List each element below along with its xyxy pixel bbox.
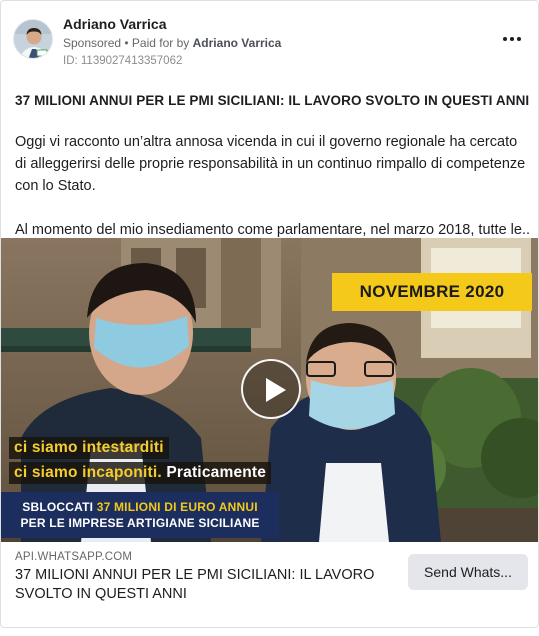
sponsored-line: Sponsored • Paid for by Adriano Varrica xyxy=(63,36,281,50)
video-subtitle-line1: ci siamo intestarditi xyxy=(9,437,169,459)
info-banner-line2: PER LE IMPRESE ARTIGIANE SICILIANE xyxy=(20,516,260,530)
author-name[interactable]: Adriano Varrica xyxy=(63,16,167,32)
subtitle-white: Praticamente xyxy=(166,464,267,481)
ad-card: Adriano Varrica Sponsored • Paid for by … xyxy=(0,0,539,628)
video-subtitle-line2: ci siamo incaponiti. Praticamente xyxy=(9,462,272,484)
info-banner-yellow: 37 MILIONI DI EURO ANNUI xyxy=(96,500,258,514)
info-banner-line1: SBLOCCATI 37 MILIONI DI EURO ANNUI xyxy=(1,499,279,515)
info-banner: SBLOCCATI 37 MILIONI DI EURO ANNUI PER L… xyxy=(1,492,279,538)
subtitle-yellow: ci siamo incaponiti. xyxy=(14,464,162,481)
date-banner: NOVEMBRE 2020 xyxy=(332,273,532,311)
paid-by-name: Adriano Varrica xyxy=(192,36,282,50)
more-horizontal-icon[interactable] xyxy=(498,29,526,49)
post-headline: 37 MILIONI ANNUI PER LE PMI SICILIANI: I… xyxy=(15,93,530,108)
sponsored-label: Sponsored xyxy=(63,36,122,50)
link-domain: API.WHATSAPP.COM xyxy=(15,551,133,563)
play-icon[interactable] xyxy=(241,359,301,419)
info-banner-white: SBLOCCATI xyxy=(22,500,94,514)
send-whatsapp-button[interactable]: Send Whats... xyxy=(408,554,528,590)
video-player[interactable]: NOVEMBRE 2020 ci siamo intestarditi ci s… xyxy=(1,238,538,542)
paid-prefix: • Paid for by xyxy=(124,36,190,50)
ad-id: ID: 1139027413357062 xyxy=(63,55,183,67)
link-preview[interactable]: API.WHATSAPP.COM 37 MILIONI ANNUI PER LE… xyxy=(1,542,538,608)
link-title[interactable]: 37 MILIONI ANNUI PER LE PMI SICILIANI: I… xyxy=(15,566,390,604)
avatar[interactable] xyxy=(13,19,53,59)
post-paragraph: Oggi vi racconto un’altra annosa vicenda… xyxy=(15,134,526,194)
post-header: Adriano Varrica Sponsored • Paid for by … xyxy=(13,13,526,73)
